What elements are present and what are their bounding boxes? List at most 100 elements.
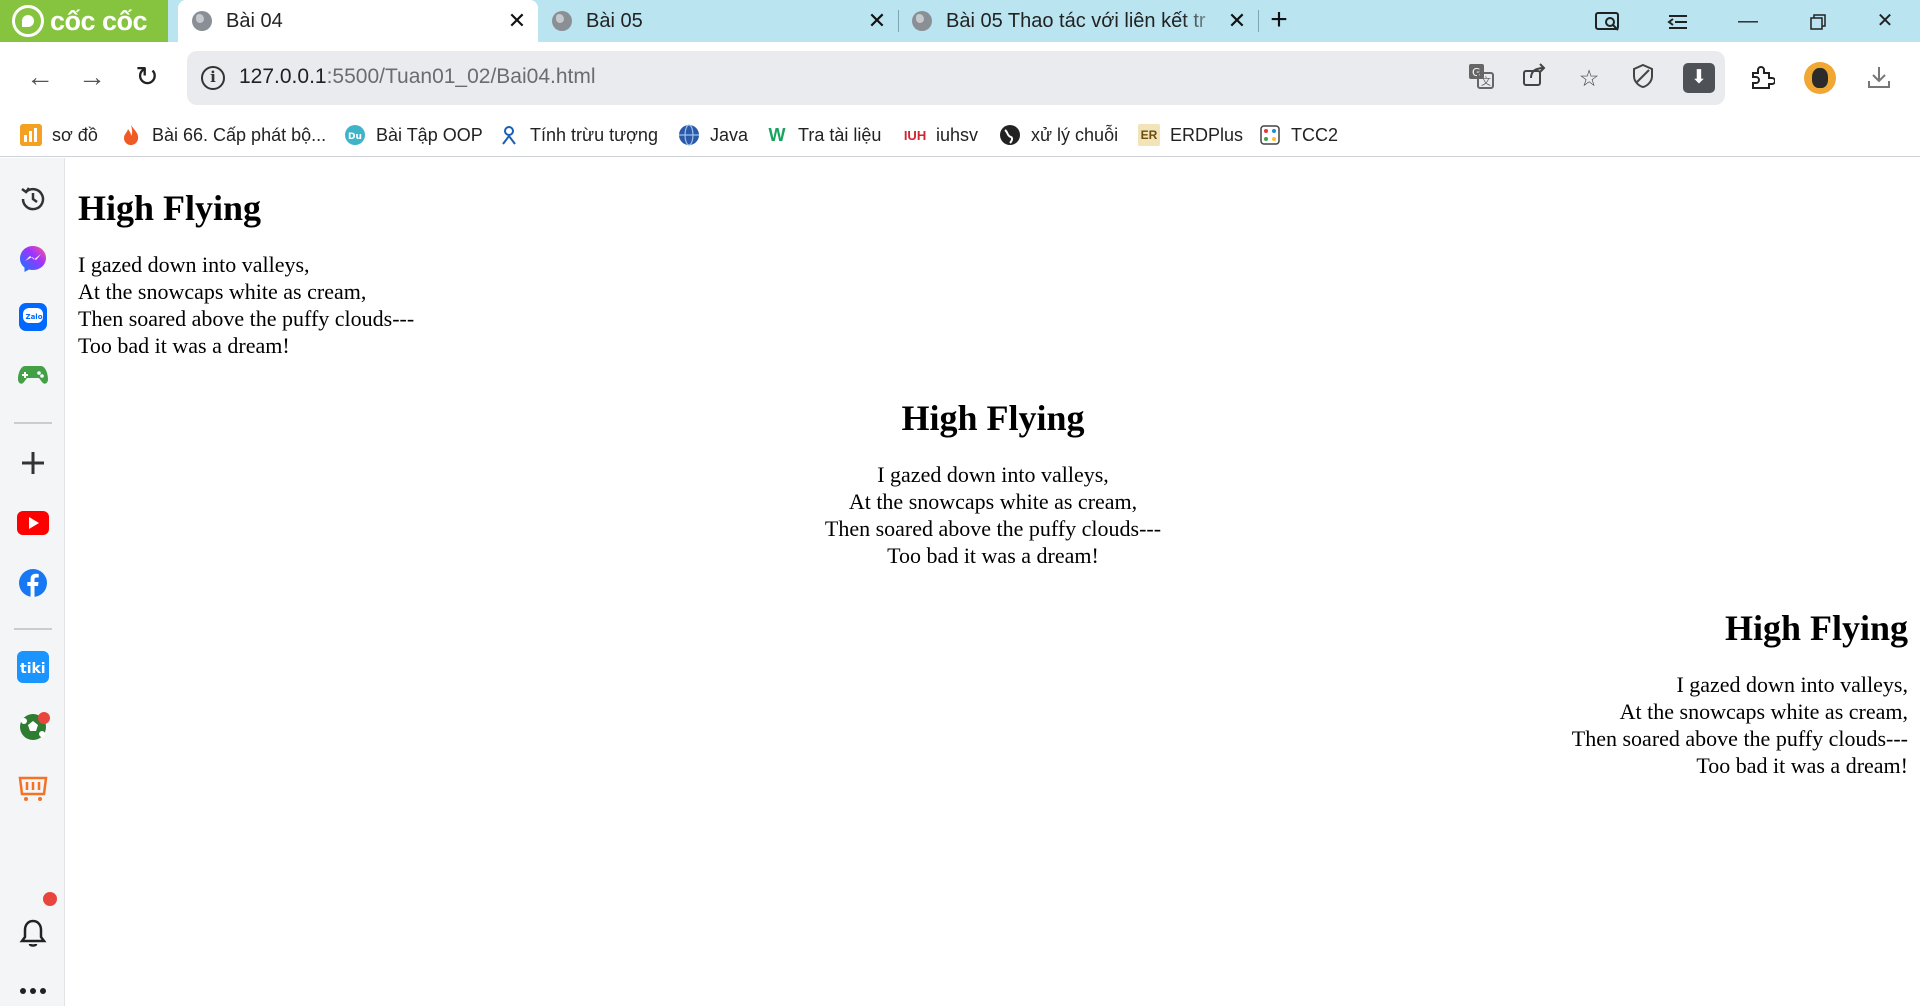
bookmark-label: Bài Tập OOP <box>376 124 483 145</box>
savefrom-download-icon[interactable]: ⬇ <box>1683 63 1715 93</box>
poem-title: High Flying <box>78 188 262 228</box>
site-info-icon[interactable]: i <box>201 66 225 90</box>
minimize-button[interactable]: — <box>1713 0 1783 42</box>
bookmark-label: Tính trừu tượng <box>530 124 658 145</box>
extensions-puzzle-icon[interactable] <box>1744 64 1780 94</box>
poem-right-aligned: High Flying I gazed down into valleys, A… <box>1572 607 1908 779</box>
bookmark-label: ERDPlus <box>1170 124 1244 145</box>
poem-line: At the snowcaps white as cream, <box>848 489 1138 514</box>
poem-body: I gazed down into valleys, At the snowca… <box>78 251 414 359</box>
poem-line: Then soared above the puffy clouds--- <box>78 306 415 331</box>
tab-title: Bài 05 Thao tác với liên kết tr <box>946 9 1206 32</box>
w-logo-icon: W <box>768 124 786 145</box>
bookmark-label: Tra tài liệu <box>798 124 882 145</box>
translate-icon[interactable]: G文 <box>1465 63 1497 93</box>
add-icon[interactable] <box>16 446 50 480</box>
facebook-icon[interactable] <box>16 566 50 600</box>
sidebar-divider <box>14 628 52 630</box>
bookmark-bai-tap-oop[interactable]: Du Bài Tập OOP <box>344 114 483 156</box>
globe-icon <box>678 124 700 146</box>
restore-button[interactable] <box>1783 0 1853 42</box>
bookmark-so-do[interactable]: sơ đồ <box>20 114 98 156</box>
tab-search-button[interactable] <box>1573 0 1643 42</box>
poem-body: I gazed down into valleys, At the snowca… <box>66 461 1920 569</box>
new-tab-button[interactable]: + <box>1262 0 1296 42</box>
brand-name: cốc cốc <box>50 5 148 36</box>
poem-line: I gazed down into valleys, <box>78 252 310 277</box>
poem-title: High Flying <box>1724 608 1908 648</box>
person-pin-icon <box>498 124 520 146</box>
svg-text:tiki: tiki <box>20 661 46 677</box>
bar-chart-icon <box>20 124 42 146</box>
poem-title: High Flying <box>901 398 1085 438</box>
poem-line: At the snowcaps white as cream, <box>1619 699 1908 724</box>
poem-line: Too bad it was a dream! <box>887 543 1099 568</box>
youtube-icon[interactable] <box>16 506 50 540</box>
tab-strip: cốc cốc Bài 04 ✕ Bài 05 ✕ Bài 05 Thao tá… <box>0 0 1920 42</box>
zalo-icon[interactable]: Zalo <box>16 300 50 334</box>
notification-dot <box>43 892 57 906</box>
downloads-icon[interactable] <box>1861 64 1897 94</box>
poem-line: Too bad it was a dream! <box>78 333 290 358</box>
forward-button[interactable]: → <box>72 57 112 97</box>
bookmark-iuhsv[interactable]: IUH iuhsv <box>904 114 978 156</box>
bookmark-java[interactable]: Java <box>678 114 748 156</box>
tab-bai-04[interactable]: Bài 04 ✕ <box>178 0 538 42</box>
bookmark-erdplus[interactable]: ER ERDPlus <box>1138 114 1243 156</box>
adblock-shield-icon[interactable] <box>1627 63 1659 93</box>
close-icon[interactable]: ✕ <box>1224 8 1250 34</box>
back-button[interactable]: ← <box>20 57 60 97</box>
bookmark-star-icon[interactable]: ☆ <box>1573 63 1605 93</box>
sidebar-toggle-button[interactable] <box>1643 0 1713 42</box>
restore-icon <box>1810 13 1826 30</box>
notification-icon[interactable] <box>16 916 50 950</box>
notification-dot <box>38 712 50 724</box>
poem-center-aligned: High Flying I gazed down into valleys, A… <box>66 397 1920 569</box>
poem-line: Then soared above the puffy clouds--- <box>824 516 1162 541</box>
poem-body: I gazed down into valleys, At the snowca… <box>1572 671 1908 779</box>
poem-left-aligned: High Flying I gazed down into valleys, A… <box>78 187 414 359</box>
bookmarks-bar: sơ đồ Bài 66. Cấp phát bộ... Du Bài Tập … <box>0 114 1920 157</box>
duck-icon: Du <box>344 124 366 146</box>
url-text[interactable]: 127.0.0.1:5500/Tuan01_02/Bai04.html <box>239 65 596 89</box>
side-panel: Zalo tiki <box>0 158 65 1006</box>
close-icon[interactable]: ✕ <box>504 8 530 34</box>
tab-search-icon <box>1595 11 1619 31</box>
address-bar[interactable]: i 127.0.0.1:5500/Tuan01_02/Bai04.html G文… <box>187 51 1725 105</box>
bookmark-label: sơ đồ <box>52 124 98 145</box>
bookmark-tinh-truu-tuong[interactable]: Tính trừu tượng <box>498 114 658 156</box>
poem-line: I gazed down into valleys, <box>877 462 1109 487</box>
history-icon[interactable] <box>16 182 50 216</box>
reload-button[interactable]: ↻ <box>127 57 167 97</box>
tab-bai-05-lien-ket[interactable]: Bài 05 Thao tác với liên kết tr ✕ <box>898 0 1258 42</box>
bookmark-label: Java <box>710 124 749 145</box>
sidebar-toggle-icon <box>1667 14 1687 29</box>
close-window-button[interactable]: ✕ <box>1850 0 1920 42</box>
bookmark-tra-tai-lieu[interactable]: W Tra tài liệu <box>766 114 882 156</box>
arrow-right-icon: → <box>78 61 106 92</box>
svg-text:Zalo: Zalo <box>26 313 43 321</box>
more-icon[interactable] <box>16 974 50 1006</box>
shopping-icon[interactable] <box>16 770 50 804</box>
messenger-icon[interactable] <box>16 242 50 276</box>
bookmark-tcc2[interactable]: TCC2 <box>1259 114 1338 156</box>
share-icon[interactable] <box>1519 63 1551 93</box>
bookmark-xu-ly-chuoi[interactable]: xử lý chuỗi <box>999 114 1118 156</box>
svg-text:文: 文 <box>1481 75 1491 88</box>
poem-line: I gazed down into valleys, <box>1676 672 1908 697</box>
iuh-logo-icon: IUH <box>903 127 927 143</box>
globe-icon <box>192 11 212 31</box>
coccoc-menu-button[interactable]: cốc cốc <box>0 0 168 42</box>
tab-bai-05[interactable]: Bài 05 ✕ <box>538 0 898 42</box>
toolbar: ← → ↻ i 127.0.0.1:5500/Tuan01_02/Bai04.h… <box>0 42 1920 114</box>
tiki-icon[interactable]: tiki <box>16 650 50 684</box>
globe-icon <box>552 11 572 31</box>
globe-dark-icon <box>999 124 1021 146</box>
url-host: 127.0.0.1 <box>239 65 327 88</box>
gamepad-icon[interactable] <box>16 358 50 392</box>
bookmark-bai-66[interactable]: Bài 66. Cấp phát bộ... <box>120 114 326 156</box>
close-icon[interactable]: ✕ <box>864 8 890 34</box>
coccoc-logo-icon <box>12 5 44 37</box>
er-logo-icon: ER <box>1138 124 1160 146</box>
profile-avatar[interactable] <box>1804 62 1836 94</box>
